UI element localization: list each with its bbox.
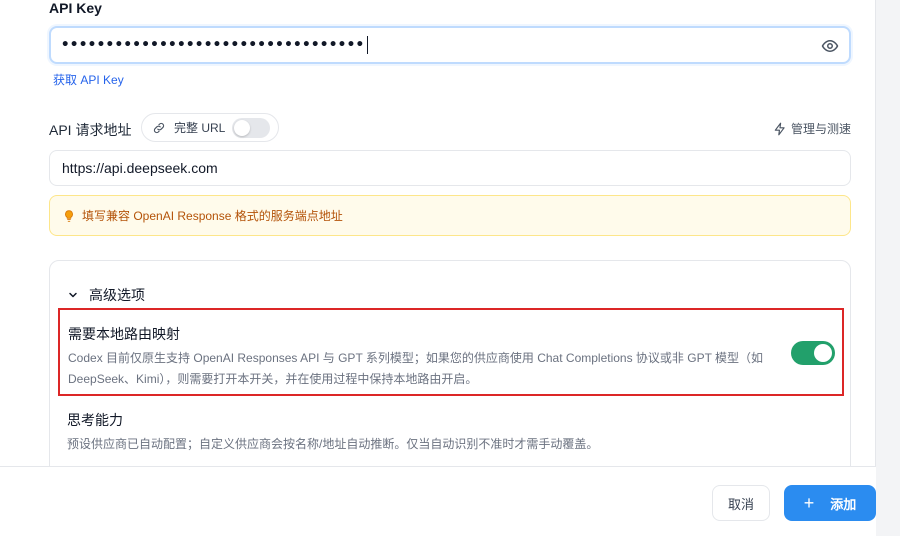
chevron-down-icon	[69, 292, 77, 298]
lightning-icon	[774, 122, 785, 135]
provider-form-panel: API Key ••••••••••••••••••••••••••••••••…	[0, 0, 876, 536]
advanced-options-toggle[interactable]: 高级选项	[67, 285, 145, 305]
local-route-description: Codex 目前仅原生支持 OpenAI Responses API 与 GPT…	[68, 351, 764, 386]
local-route-switch[interactable]	[791, 341, 835, 365]
text-caret	[366, 36, 368, 54]
manage-and-speedtest-button[interactable]: 管理与测速	[773, 120, 851, 137]
local-route-title: 需要本地路由映射	[68, 326, 180, 342]
full-url-label: 完整 URL	[174, 121, 226, 135]
link-icon	[153, 122, 165, 133]
advanced-options-section: 高级选项 需要本地路由映射 Codex 目前仅原生支持 OpenAI Respo…	[49, 260, 851, 466]
cancel-button[interactable]: 取消	[712, 485, 770, 521]
add-button[interactable]: + 添加	[784, 485, 876, 521]
api-url-value: https://api.deepseek.com	[62, 160, 218, 176]
form-scroll-area[interactable]: API Key ••••••••••••••••••••••••••••••••…	[0, 0, 876, 466]
manage-label: 管理与测速	[790, 122, 851, 136]
switch-knob	[234, 120, 250, 136]
plus-icon: +	[803, 493, 815, 513]
local-route-mapping-row: 需要本地路由映射 Codex 目前仅原生支持 OpenAI Responses …	[58, 308, 844, 396]
api-url-label: API 请求地址	[49, 122, 132, 138]
api-url-input[interactable]: https://api.deepseek.com	[49, 150, 851, 186]
thinking-ability-title: 思考能力	[67, 412, 123, 428]
switch-knob	[814, 344, 832, 362]
api-key-input[interactable]: ••••••••••••••••••••••••••••••••••	[49, 26, 851, 64]
url-hint-text: 填写兼容 OpenAI Response 格式的服务端点地址	[82, 209, 343, 223]
get-api-key-link[interactable]: 获取 API Key	[53, 71, 124, 88]
advanced-options-title: 高级选项	[89, 287, 145, 303]
eye-icon[interactable]	[821, 37, 839, 55]
full-url-switch[interactable]	[232, 118, 270, 138]
lightbulb-icon	[65, 209, 73, 222]
thinking-ability-description: 预设供应商已自动配置；自定义供应商会按名称/地址自动推断。仅当自动识别不准时才需…	[67, 437, 599, 451]
url-hint-banner: 填写兼容 OpenAI Response 格式的服务端点地址	[49, 195, 851, 236]
full-url-toggle-group[interactable]: 完整 URL	[141, 113, 279, 142]
dialog-footer: 取消 + 添加	[0, 466, 876, 536]
api-key-label: API Key	[49, 0, 102, 16]
api-key-value: ••••••••••••••••••••••••••••••••••	[61, 37, 365, 53]
add-button-label: 添加	[830, 496, 857, 512]
